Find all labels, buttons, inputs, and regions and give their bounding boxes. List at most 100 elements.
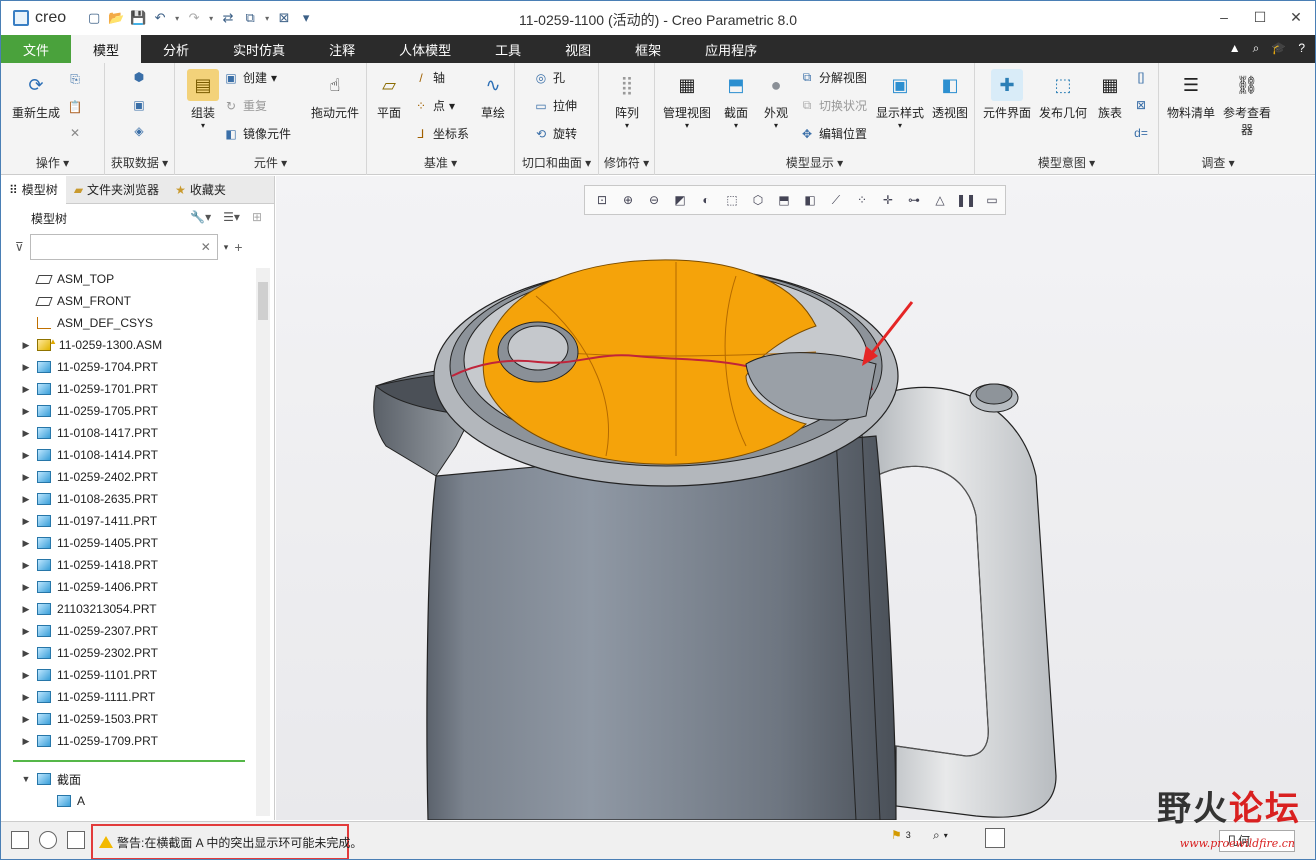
parameters-button[interactable]: [] [1133, 69, 1149, 85]
reference-viewer-button[interactable]: ⛓ 参考查看器 [1219, 69, 1275, 138]
tab-framework[interactable]: 框架 [613, 35, 683, 63]
expand-arrow-icon[interactable]: ▶ [19, 384, 33, 395]
perspective-button[interactable]: ◧ 透视图 [929, 69, 971, 121]
tree-item[interactable]: ▶ 11-0259-1705.PRT [1, 400, 255, 422]
pattern-button[interactable]: ⣿ 阵列 ▾ [607, 69, 647, 131]
tree-settings-icon[interactable]: 🔧▾ [190, 210, 211, 224]
group-model-intent-label[interactable]: 模型意图 ▾ [975, 154, 1158, 171]
tab-manikin[interactable]: 人体模型 [377, 35, 473, 63]
toggle-status-button[interactable]: ⧉ 切换状况 [799, 97, 867, 114]
repaint-icon[interactable]: ◩ [671, 191, 689, 209]
sketch-button[interactable]: ∿ 草绘 [475, 69, 511, 121]
publish-geometry-button[interactable]: ⬚ 发布几何 [1035, 69, 1091, 121]
selection-list-button[interactable] [985, 828, 1005, 848]
display-style-icon[interactable]: ◐ [697, 191, 715, 209]
expand-arrow-icon[interactable]: ▶ [19, 604, 33, 615]
tab-live-simulation[interactable]: 实时仿真 [211, 35, 307, 63]
copy-icon[interactable]: ⎘ [67, 71, 83, 87]
open-file-icon[interactable]: 📂 [106, 8, 126, 28]
tree-scrollbar[interactable] [256, 268, 270, 816]
group-operations-label[interactable]: 操作 ▾ [1, 154, 104, 171]
community-icon[interactable]: 🎓 [1271, 41, 1286, 56]
section-button[interactable]: ⬒ 截面 ▾ [717, 69, 755, 131]
scrollbar-thumb[interactable] [258, 282, 268, 320]
expand-arrow-icon[interactable]: ▶ [19, 538, 33, 549]
tab-model[interactable]: 模型 [71, 35, 142, 63]
datum-display-icon[interactable]: ⟋ [827, 191, 845, 209]
plane-button[interactable]: ▱ 平面 [371, 69, 407, 121]
relations-button[interactable]: d= [1133, 125, 1149, 141]
undo-icon[interactable]: ↶ [150, 8, 170, 28]
tree-item[interactable]: ▶ 11-0259-1701.PRT [1, 378, 255, 400]
connection-icon[interactable]: ⊶ [905, 191, 923, 209]
tree-item[interactable]: ▶ 11-0108-1414.PRT [1, 444, 255, 466]
tree-item[interactable]: ▶ 11-0259-2302.PRT [1, 642, 255, 664]
assemble-button[interactable]: ▤ 组装 ▾ [181, 69, 225, 130]
annotation-display-icon[interactable]: ⁘ [853, 191, 871, 209]
tab-folder-browser[interactable]: ▰ 文件夹浏览器 [66, 176, 167, 204]
csys-button[interactable]: ⅃ 坐标系 [413, 125, 469, 142]
refit-icon[interactable]: ⊡ [593, 191, 611, 209]
tree-item[interactable]: ASM_TOP [1, 268, 255, 290]
tree-item[interactable]: ▶ 11-0259-1709.PRT [1, 730, 255, 752]
extrude-button[interactable]: ▭ 拉伸 [533, 97, 577, 114]
tree-item[interactable]: ▶ ▲ 11-0259-1300.ASM [1, 334, 255, 356]
tree-item[interactable]: ▶ 11-0259-2307.PRT [1, 620, 255, 642]
tree-item[interactable]: ▶ 11-0259-1704.PRT [1, 356, 255, 378]
tree-item[interactable]: ASM_FRONT [1, 290, 255, 312]
add-filter-icon[interactable]: + [234, 239, 242, 255]
new-file-icon[interactable]: ▢ [84, 8, 104, 28]
expand-arrow-icon[interactable]: ▶ [19, 450, 33, 461]
windows-dropdown-icon[interactable]: ▾ [262, 8, 272, 28]
tab-annotate[interactable]: 注释 [307, 35, 377, 63]
close-icon[interactable]: ✕ [1285, 7, 1307, 27]
zoom-out-icon[interactable]: ⊖ [645, 191, 663, 209]
tree-item[interactable]: ASM_DEF_CSYS [1, 312, 255, 334]
point-button[interactable]: ⁘ 点 ▾ [413, 97, 455, 114]
tree-item[interactable]: ▶ 11-0108-2635.PRT [1, 488, 255, 510]
minimize-icon[interactable]: – [1213, 7, 1235, 27]
hole-button[interactable]: ◎ 孔 [533, 69, 565, 86]
pause-icon[interactable]: ❚❚ [956, 191, 976, 209]
expand-arrow-icon[interactable]: ▶ [19, 428, 33, 439]
tree-item-section[interactable]: A [1, 790, 255, 812]
component-interface-button[interactable]: ✚ 元件界面 [979, 69, 1035, 121]
filter-dropdown-icon[interactable]: ▾ [224, 242, 229, 253]
appearance-icon[interactable]: △ [931, 191, 949, 209]
expand-arrow-icon[interactable]: ▶ [19, 582, 33, 593]
expand-arrow-icon[interactable]: ▶ [19, 560, 33, 571]
tree-item[interactable]: ▶ 21103213054.PRT [1, 598, 255, 620]
group-modifiers-label[interactable]: 修饰符 ▾ [599, 154, 654, 171]
tree-item[interactable]: ▶ 11-0259-1418.PRT [1, 554, 255, 576]
expand-arrow-icon[interactable]: ▶ [19, 516, 33, 527]
zoom-in-icon[interactable]: ⊕ [619, 191, 637, 209]
tab-favorites[interactable]: ★ 收藏夹 [167, 176, 234, 204]
expand-arrow-icon[interactable]: ▶ [19, 472, 33, 483]
maximize-icon[interactable]: ☐ [1249, 7, 1271, 27]
undo-dropdown-icon[interactable]: ▾ [172, 8, 182, 28]
section-view-icon[interactable]: ⬒ [775, 191, 793, 209]
expand-arrow-icon[interactable]: ▶ [19, 340, 33, 351]
delete-icon[interactable]: ✕ [67, 125, 83, 141]
expand-arrow-icon[interactable]: ▶ [19, 670, 33, 681]
group-investigate-label[interactable]: 调查 ▾ [1159, 154, 1277, 171]
tree-show-icon[interactable]: ☰▾ [223, 210, 240, 224]
tree-filter-settings-icon[interactable]: ⊞ [252, 210, 262, 224]
expand-arrow-icon[interactable]: ▶ [19, 494, 33, 505]
group-get-data-label[interactable]: 获取数据 ▾ [105, 154, 174, 171]
tree-item[interactable]: ▶ 11-0259-1406.PRT [1, 576, 255, 598]
paste-icon[interactable]: 📋 [67, 99, 83, 115]
tree-item[interactable]: ▶ 11-0259-2402.PRT [1, 466, 255, 488]
user-defined-feature-icon[interactable]: ⬢ [131, 69, 147, 85]
toggle-navigator-icon[interactable] [11, 831, 29, 849]
save-icon[interactable]: 💾 [128, 8, 148, 28]
expand-arrow-icon[interactable]: ▶ [19, 648, 33, 659]
tree-item-sections[interactable]: ▼ 截面 [1, 768, 255, 790]
axis-button[interactable]: / 轴 [413, 69, 445, 86]
tab-analysis[interactable]: 分析 [141, 35, 211, 63]
tree-item[interactable]: ▶ 11-0259-1405.PRT [1, 532, 255, 554]
customize-toolbar-icon[interactable]: ▾ [296, 8, 316, 28]
clear-filter-icon[interactable]: ✕ [201, 240, 211, 254]
find-button[interactable]: ⌕ ▾ [933, 828, 948, 843]
tree-search-input[interactable]: ✕ [29, 234, 218, 260]
